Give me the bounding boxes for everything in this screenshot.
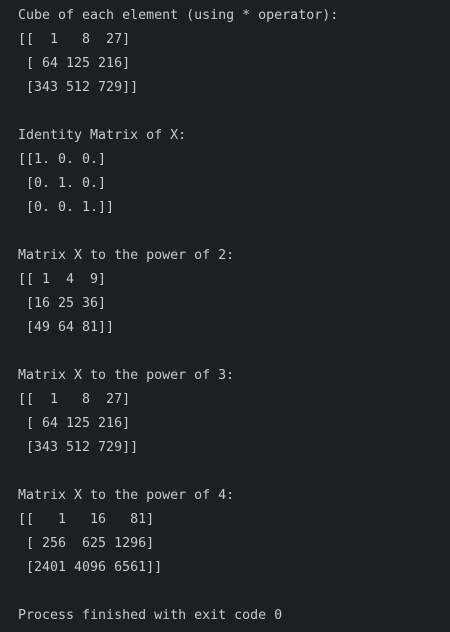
output-line: [0. 1. 0.] — [18, 176, 107, 191]
output-line: [0. 0. 1.]] — [18, 200, 115, 215]
output-line: [343 512 729]] — [18, 80, 139, 95]
output-line: [343 512 729]] — [18, 440, 139, 455]
output-line: [[1. 0. 0.] — [18, 152, 107, 167]
output-heading: Identity Matrix of X: — [18, 128, 187, 143]
output-line: [2401 4096 6561]] — [18, 560, 163, 575]
output-line: [ 64 125 216] — [18, 56, 131, 71]
run-console-output[interactable]: Cube of each element (using * operator):… — [0, 0, 450, 632]
output-heading: Cube of each element (using * operator): — [18, 8, 339, 23]
output-line: [ 256 625 1296] — [18, 536, 155, 551]
process-exit-message: Process finished with exit code 0 — [18, 608, 283, 623]
output-line: [[ 1 8 27] — [18, 32, 131, 47]
output-line: [[ 1 4 9] — [18, 272, 107, 287]
output-line: [[ 1 8 27] — [18, 392, 131, 407]
output-line: [[ 1 16 81] — [18, 512, 155, 527]
output-heading: Matrix X to the power of 2: — [18, 248, 235, 263]
output-heading: Matrix X to the power of 3: — [18, 368, 235, 383]
output-heading: Matrix X to the power of 4: — [18, 488, 235, 503]
output-line: [16 25 36] — [18, 296, 107, 311]
output-line: [49 64 81]] — [18, 320, 115, 335]
output-line: [ 64 125 216] — [18, 416, 131, 431]
